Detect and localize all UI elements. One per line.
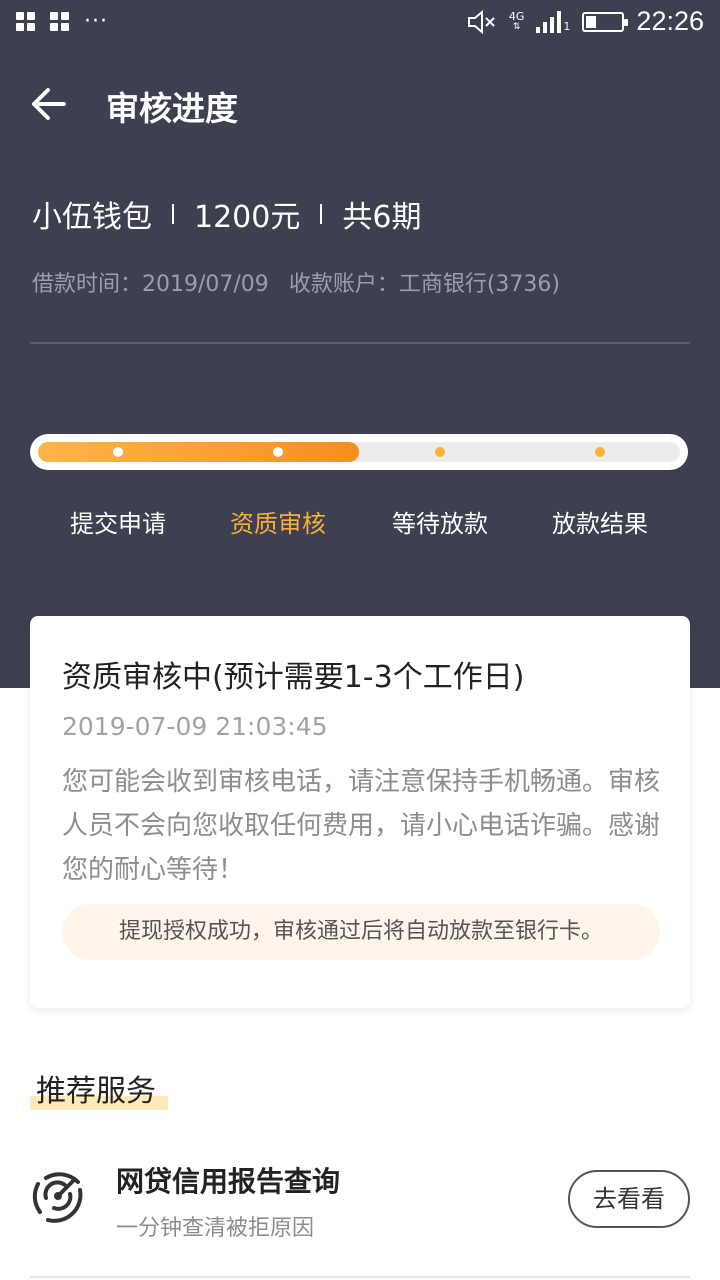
loan-amount: 1200元: [194, 200, 301, 235]
network-type-icon: 4G ⇅: [508, 9, 525, 32]
progress-step-label: 提交申请: [70, 510, 166, 538]
product-name: 小伍钱包: [32, 200, 152, 235]
status-notice: 提现授权成功，审核通过后将自动放款至银行卡。: [62, 904, 660, 960]
app-notification-icon: [16, 12, 36, 32]
go-see-button[interactable]: 去看看: [568, 1170, 690, 1228]
progress-step-dot: [595, 447, 605, 457]
separator: [320, 204, 323, 224]
battery-icon: [582, 11, 629, 32]
divider: [30, 342, 690, 344]
progress-steps: 提交申请 资质审核 等待放款 放款结果: [30, 504, 690, 544]
radar-icon: [32, 1172, 83, 1223]
loan-terms: 共6期: [342, 200, 422, 235]
borrow-time: 借款时间：2019/07/09: [32, 272, 269, 297]
status-time: 2019-07-09 21:03:45: [62, 712, 328, 741]
network-type-label: 4G: [508, 9, 525, 23]
clock: 22:26: [636, 6, 704, 36]
status-card: 资质审核中(预计需要1-3个工作日) 2019-07-09 21:03:45 您…: [30, 616, 690, 1008]
progress-step-dot: [435, 447, 445, 457]
progress-step-dot: [113, 447, 123, 457]
page-title: 审核进度: [106, 89, 238, 128]
progress-step-label: 放款结果: [552, 510, 648, 538]
status-bar: ··· 4G ⇅ 1 22:26: [0, 0, 720, 48]
sim-slot-label: 1: [563, 19, 571, 33]
progress-step-dot: [273, 447, 283, 457]
progress-bar: [30, 434, 688, 470]
separator: [172, 204, 174, 224]
progress-fill: [38, 442, 359, 462]
app-notification-icon: [50, 12, 70, 32]
status-description: 您可能会收到审核电话，请注意保持手机畅通。审核人员不会向您收取任何费用，请小心电…: [62, 767, 661, 885]
loan-meta: 借款时间：2019/07/09 收款账户：工商银行(3736): [32, 266, 560, 298]
receiving-account: 收款账户：工商银行(3736): [288, 272, 560, 297]
divider: [30, 1276, 690, 1278]
mute-icon: [467, 9, 495, 34]
back-arrow-icon[interactable]: [28, 84, 68, 124]
loan-summary: 小伍钱包 1200元 共6期: [32, 192, 421, 236]
service-subtitle: 一分钟查清被拒原因: [116, 1216, 315, 1241]
progress-track: [38, 442, 680, 462]
more-notifications-icon: ···: [84, 9, 108, 34]
section-title: 推荐服务: [36, 1074, 156, 1109]
signal-icon: [536, 10, 562, 33]
status-title: 资质审核中(预计需要1-3个工作日): [62, 660, 525, 695]
service-name: 网贷信用报告查询: [116, 1165, 341, 1198]
progress-step-label: 等待放款: [392, 510, 488, 538]
progress-step-label: 资质审核: [230, 510, 326, 538]
